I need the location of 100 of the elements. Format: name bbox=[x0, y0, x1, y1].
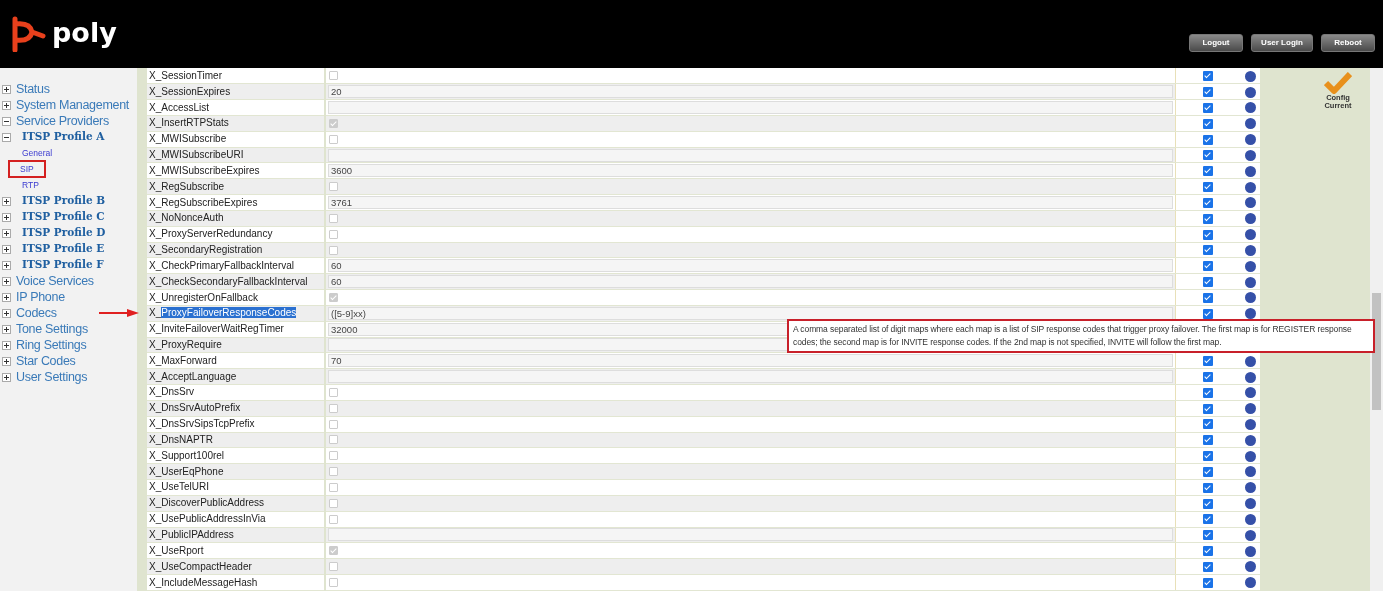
value-field[interactable]: 3600 bbox=[328, 164, 1173, 178]
expand-icon[interactable] bbox=[2, 84, 11, 94]
help-icon[interactable] bbox=[1244, 213, 1256, 225]
expand-icon[interactable] bbox=[2, 100, 11, 110]
help-icon[interactable] bbox=[1244, 86, 1256, 98]
help-icon[interactable] bbox=[1244, 561, 1256, 573]
checkbox[interactable] bbox=[329, 293, 338, 302]
checkbox[interactable] bbox=[1202, 292, 1213, 303]
checkbox[interactable] bbox=[1202, 261, 1213, 272]
checkbox[interactable] bbox=[1202, 197, 1213, 208]
help-icon[interactable] bbox=[1244, 403, 1256, 415]
value-field[interactable]: 3761 bbox=[328, 196, 1173, 210]
checkbox[interactable] bbox=[1202, 403, 1213, 414]
help-icon[interactable] bbox=[1244, 181, 1256, 193]
expand-icon[interactable] bbox=[2, 292, 11, 302]
help-icon[interactable] bbox=[1244, 545, 1256, 557]
value-field[interactable]: ([5-9]xx) bbox=[328, 306, 1173, 320]
expand-icon[interactable] bbox=[2, 244, 11, 254]
page-link[interactable]: RTP bbox=[20, 178, 41, 192]
expand-icon[interactable] bbox=[2, 356, 11, 366]
help-icon[interactable] bbox=[1244, 466, 1256, 478]
expand-icon[interactable] bbox=[2, 196, 11, 206]
expand-icon[interactable] bbox=[2, 308, 11, 318]
checkbox[interactable] bbox=[1202, 150, 1213, 161]
checkbox[interactable] bbox=[1202, 71, 1213, 81]
checkbox[interactable] bbox=[1202, 498, 1213, 509]
profile-item[interactable]: ITSP Profile F bbox=[22, 257, 104, 273]
help-icon[interactable] bbox=[1244, 276, 1256, 288]
checkbox[interactable] bbox=[329, 562, 338, 572]
help-icon[interactable] bbox=[1244, 118, 1256, 130]
expand-icon[interactable] bbox=[2, 228, 11, 238]
value-field[interactable]: 20 bbox=[328, 85, 1173, 99]
page-link[interactable]: SIP bbox=[10, 161, 44, 177]
checkbox[interactable] bbox=[329, 451, 338, 461]
checkbox[interactable] bbox=[1202, 166, 1213, 177]
checkbox[interactable] bbox=[1202, 213, 1213, 224]
checkbox[interactable] bbox=[1202, 419, 1213, 430]
header-button[interactable]: Reboot bbox=[1321, 34, 1375, 52]
checkbox[interactable] bbox=[1202, 118, 1213, 129]
checkbox[interactable] bbox=[1202, 387, 1213, 398]
help-icon[interactable] bbox=[1244, 308, 1256, 320]
checkbox[interactable] bbox=[1202, 245, 1213, 256]
checkbox[interactable] bbox=[329, 213, 338, 223]
checkbox[interactable] bbox=[329, 467, 338, 477]
checkbox[interactable] bbox=[329, 182, 338, 192]
profile-item[interactable]: ITSP Profile B bbox=[22, 193, 106, 209]
checkbox[interactable] bbox=[1202, 561, 1213, 572]
help-icon[interactable] bbox=[1244, 149, 1256, 161]
value-field[interactable] bbox=[328, 148, 1173, 162]
checkbox[interactable] bbox=[329, 134, 338, 144]
help-icon[interactable] bbox=[1244, 229, 1256, 241]
checkbox[interactable] bbox=[1202, 229, 1213, 240]
help-icon[interactable] bbox=[1244, 165, 1256, 177]
scrollbar[interactable] bbox=[1370, 68, 1383, 591]
help-icon[interactable] bbox=[1244, 498, 1256, 510]
value-field[interactable]: 70 bbox=[328, 354, 1173, 368]
checkbox[interactable] bbox=[1202, 356, 1213, 367]
value-field[interactable]: 60 bbox=[328, 259, 1173, 273]
expand-icon[interactable] bbox=[2, 340, 11, 350]
checkbox[interactable] bbox=[1202, 435, 1213, 446]
checkbox[interactable] bbox=[1202, 546, 1213, 557]
help-icon[interactable] bbox=[1244, 482, 1256, 494]
checkbox[interactable] bbox=[1202, 102, 1213, 113]
expand-icon[interactable] bbox=[2, 212, 11, 222]
checkbox[interactable] bbox=[329, 578, 338, 587]
help-icon[interactable] bbox=[1244, 70, 1256, 82]
header-button[interactable]: User Login bbox=[1251, 34, 1313, 52]
value-field[interactable]: 60 bbox=[328, 275, 1173, 289]
value-field[interactable] bbox=[328, 370, 1173, 384]
checkbox[interactable] bbox=[1202, 514, 1213, 525]
checkbox[interactable] bbox=[329, 419, 338, 429]
checkbox[interactable] bbox=[329, 514, 338, 524]
checkbox[interactable] bbox=[1202, 277, 1213, 288]
help-icon[interactable] bbox=[1244, 434, 1256, 446]
help-icon[interactable] bbox=[1244, 529, 1256, 541]
expand-icon[interactable] bbox=[2, 276, 11, 286]
profile-item[interactable]: ITSP Profile E bbox=[22, 241, 105, 257]
checkbox[interactable] bbox=[1202, 182, 1213, 193]
checkbox[interactable] bbox=[1202, 87, 1213, 98]
page-link[interactable]: General bbox=[20, 146, 55, 160]
help-icon[interactable] bbox=[1244, 260, 1256, 272]
help-icon[interactable] bbox=[1244, 419, 1256, 430]
checkbox[interactable] bbox=[329, 435, 338, 445]
checkbox[interactable] bbox=[1202, 308, 1213, 319]
checkbox[interactable] bbox=[329, 71, 338, 81]
checkbox[interactable] bbox=[1202, 372, 1213, 382]
profile-item[interactable]: ITSP Profile A bbox=[22, 129, 105, 145]
help-icon[interactable] bbox=[1244, 371, 1256, 383]
profile-item[interactable]: ITSP Profile D bbox=[22, 225, 106, 241]
collapse-icon[interactable] bbox=[2, 116, 11, 126]
checkbox[interactable] bbox=[1202, 482, 1213, 493]
expand-icon[interactable] bbox=[2, 372, 11, 382]
collapse-icon[interactable] bbox=[2, 132, 11, 142]
help-icon[interactable] bbox=[1244, 450, 1256, 462]
help-icon[interactable] bbox=[1244, 244, 1256, 256]
value-field[interactable] bbox=[328, 101, 1173, 115]
expand-icon[interactable] bbox=[2, 260, 11, 270]
checkbox[interactable] bbox=[1202, 134, 1213, 145]
help-icon[interactable] bbox=[1244, 197, 1256, 209]
checkbox[interactable] bbox=[329, 229, 338, 239]
